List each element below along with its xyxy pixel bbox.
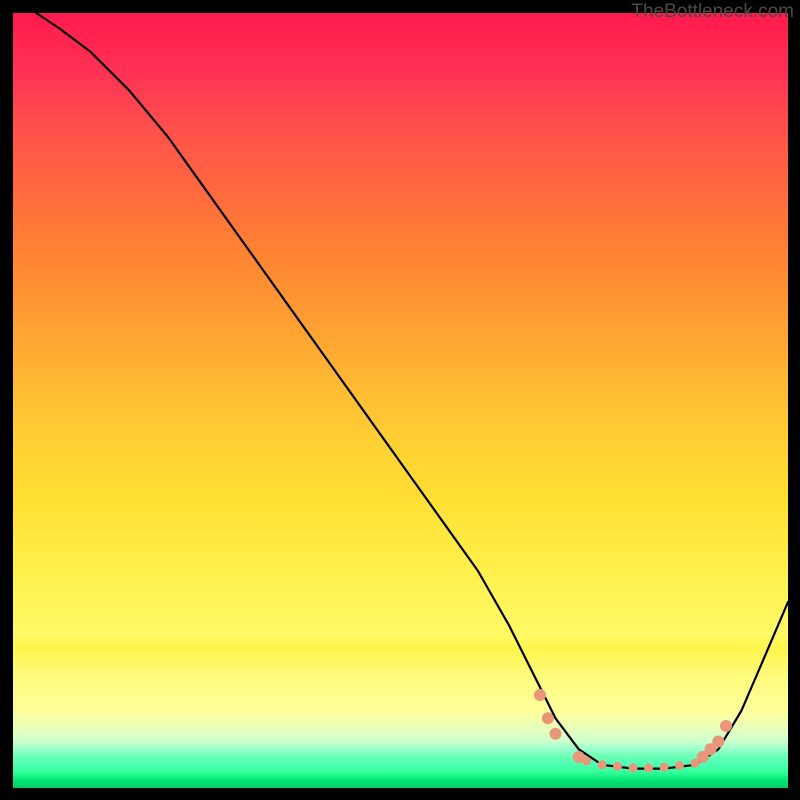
highlight-dot xyxy=(582,756,591,765)
chart-container: TheBottleneck.com xyxy=(0,0,800,800)
highlight-dot xyxy=(542,712,554,724)
chart-plot-area xyxy=(13,13,788,788)
highlight-dot xyxy=(613,762,622,771)
highlight-dot xyxy=(720,720,732,732)
bottleneck-curve-line xyxy=(36,13,788,769)
highlight-dot xyxy=(675,761,684,770)
watermark-text: TheBottleneck.com xyxy=(631,1,794,23)
chart-svg xyxy=(13,13,788,788)
highlight-dot xyxy=(534,689,546,701)
highlight-dot xyxy=(598,760,607,769)
highlight-dot xyxy=(629,763,638,772)
highlight-dot xyxy=(660,763,669,772)
highlight-dot xyxy=(712,736,724,748)
highlight-dot xyxy=(550,728,562,740)
highlight-dot xyxy=(644,763,653,772)
